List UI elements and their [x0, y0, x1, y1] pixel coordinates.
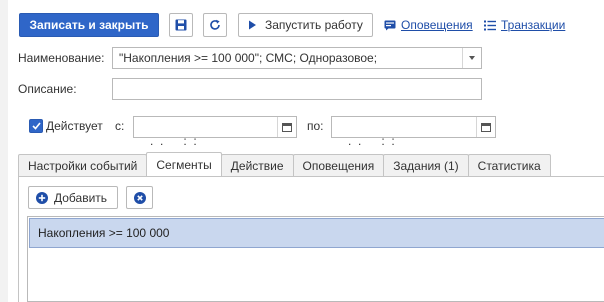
from-label: с:	[115, 119, 125, 133]
calendar-icon	[481, 123, 491, 132]
tab-bar: Настройки событий Сегменты Действие Опов…	[18, 152, 551, 177]
refresh-button[interactable]	[203, 13, 227, 37]
combobox-dropdown-button[interactable]	[462, 48, 481, 68]
checkmark-icon	[31, 122, 41, 130]
list-icon	[484, 20, 496, 30]
description-field[interactable]	[112, 78, 482, 100]
add-segment-button[interactable]: Добавить	[28, 186, 118, 209]
tab-notifications[interactable]: Оповещения	[292, 154, 385, 177]
to-date-field[interactable]: . . : :	[331, 116, 496, 148]
play-icon	[249, 20, 256, 30]
segment-name-cell: Накопления >= 100 000	[38, 226, 170, 240]
tab-segments[interactable]: Сегменты	[146, 152, 222, 177]
notifications-link[interactable]: Оповещения	[384, 18, 473, 32]
from-date-value: . . : :	[146, 134, 197, 148]
notifications-link-label: Оповещения	[401, 18, 473, 32]
tab-statistics[interactable]: Статистика	[467, 154, 551, 177]
table-row[interactable]: Накопления >= 100 000	[29, 218, 604, 248]
remove-circle-icon	[133, 191, 146, 204]
to-date-picker-button[interactable]	[476, 117, 495, 137]
plus-circle-icon	[36, 191, 48, 204]
chevron-down-icon	[469, 56, 475, 60]
tab-action[interactable]: Действие	[220, 154, 294, 177]
transactions-link-label: Транзакции	[501, 18, 566, 32]
name-value: "Накопления >= 100 000"; СМС; Одноразово…	[119, 51, 378, 65]
name-label: Наименование:	[18, 51, 105, 65]
description-label: Описание:	[18, 82, 77, 96]
notifications-icon	[384, 20, 396, 30]
calendar-icon	[282, 123, 292, 132]
active-label: Действует	[46, 119, 103, 133]
save-button[interactable]	[169, 13, 193, 37]
add-segment-label: Добавить	[54, 190, 108, 205]
save-and-close-button[interactable]: Записать и закрыть	[19, 13, 159, 37]
to-date-value: . . : :	[344, 134, 395, 148]
remove-segment-button[interactable]	[126, 186, 153, 209]
tab-event-settings[interactable]: Настройки событий	[18, 154, 148, 177]
transactions-link[interactable]: Транзакции	[484, 18, 565, 32]
floppy-disk-icon	[175, 19, 187, 31]
segments-table: Накопления >= 100 000	[27, 216, 604, 302]
to-label: по:	[307, 119, 324, 133]
tab-jobs[interactable]: Задания (1)	[383, 154, 469, 177]
from-date-picker-button[interactable]	[277, 117, 296, 137]
left-edge-strip	[0, 0, 8, 302]
run-job-button[interactable]: Запустить работу	[238, 13, 373, 37]
from-date-field[interactable]: . . : :	[133, 116, 297, 148]
name-combobox[interactable]: "Накопления >= 100 000"; СМС; Одноразово…	[112, 47, 482, 69]
refresh-icon	[210, 19, 220, 30]
active-checkbox[interactable]	[29, 119, 43, 133]
run-job-label: Запустить работу	[265, 18, 363, 32]
